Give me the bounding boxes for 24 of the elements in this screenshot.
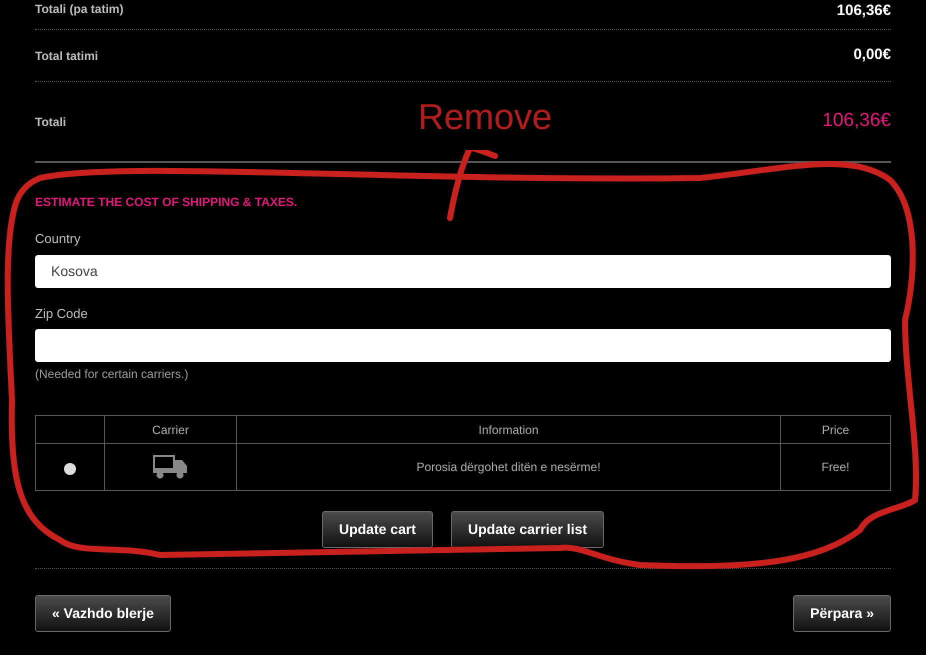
column-header: Price: [780, 416, 890, 444]
update-button[interactable]: Update carrier list: [450, 511, 604, 548]
radio-button[interactable]: [64, 462, 76, 474]
field-label: Zip Code: [35, 304, 89, 323]
summary-value: 0,00€: [853, 45, 891, 66]
field-label: Country: [35, 230, 82, 248]
truck-icon: [152, 455, 188, 479]
summary-label: Totali: [35, 114, 66, 130]
update-button[interactable]: Update cart: [322, 511, 433, 548]
summary-value: 106,36€: [822, 109, 891, 134]
zip-field[interactable]: [35, 329, 891, 362]
summary-value: 106,36€: [836, 1, 891, 21]
table-cell: Free!: [780, 444, 890, 490]
table-cell: Porosia dërgohet ditën e nesërme!: [236, 444, 780, 490]
annotation-text: Remove: [418, 95, 552, 139]
section-heading: ESTIMATE THE COST OF SHIPPING & TAXES.: [35, 194, 298, 211]
column-header: Carrier: [104, 416, 236, 444]
column-header: Information: [236, 416, 780, 444]
country-field[interactable]: Kosova: [35, 254, 891, 288]
next-button[interactable]: Përpara »: [793, 595, 891, 632]
field-note: (Needed for certain carriers.): [35, 366, 190, 383]
summary-label: Total tatimi: [35, 48, 98, 64]
summary-label: Totali (pa tatim): [35, 1, 124, 18]
back-button[interactable]: « Vazhdo blerje: [35, 595, 171, 632]
